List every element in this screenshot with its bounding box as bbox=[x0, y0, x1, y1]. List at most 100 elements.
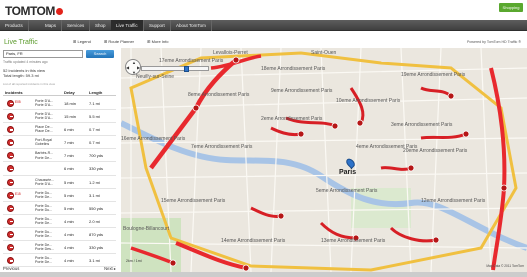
incident-delay: 6 min bbox=[64, 127, 74, 133]
main-nav: Products Maps Services Shop Live Traffic… bbox=[0, 20, 527, 31]
site-header: TOMTOM Shopping Cart bbox=[0, 0, 527, 20]
traffic-map[interactable]: Levallois-Perret Saint-Ouen Neuilly-sur-Se… bbox=[121, 48, 527, 272]
incident-location: Place De... Place De... bbox=[35, 125, 53, 134]
incident-delay: 4 min bbox=[64, 245, 74, 251]
road-number bbox=[15, 113, 23, 117]
list-note: List of all reported incidents in this v… bbox=[3, 82, 56, 86]
pan-down-icon[interactable]: ▼ bbox=[132, 70, 136, 75]
incident-row[interactable]: Chaussée... Porte D'A... 5 min 1.2 mi bbox=[3, 176, 116, 189]
road-number bbox=[15, 126, 23, 130]
road-number: E05 bbox=[15, 100, 21, 104]
pan-left-icon[interactable]: ◀ bbox=[126, 65, 129, 70]
map-district-label: 12eme Arrondissement Paris bbox=[421, 198, 486, 204]
incident-icon bbox=[7, 100, 14, 107]
road-number bbox=[15, 257, 23, 261]
pan-right-icon[interactable]: ▶ bbox=[137, 65, 140, 70]
road-number bbox=[15, 231, 23, 235]
nav-products[interactable]: Products bbox=[0, 20, 29, 31]
incident-row[interactable]: Porte D'A... Porte D'A... 15 min 5.5 mi bbox=[3, 110, 116, 124]
nav-support[interactable]: Support bbox=[144, 20, 171, 31]
incident-row[interactable]: Barbès-R... Porte De... 7 min 700 yds bbox=[3, 149, 116, 163]
incident-row[interactable]: E15 Porte Du... Porte De... 5 min 3.1 mi bbox=[3, 189, 116, 202]
previous-link[interactable]: Previous bbox=[3, 266, 19, 271]
incident-row[interactable]: Porte Du... Porte De... 4 min 2.0 mi bbox=[3, 215, 116, 228]
map-district-label: 19eme Arrondissement Paris bbox=[401, 72, 466, 78]
incident-location: Porte D'A... Porte D'A... bbox=[35, 112, 54, 121]
road-number bbox=[15, 139, 23, 143]
incident-row[interactable]: Porte Du... Porte De... 4 min 870 yds bbox=[3, 228, 116, 242]
map-district-label: 18eme Arrondissement Paris bbox=[261, 66, 326, 72]
search-button[interactable]: Search bbox=[86, 50, 114, 58]
incident-length: 550 yds bbox=[89, 205, 104, 211]
tab-more-info[interactable]: ⊞ More Info bbox=[147, 39, 174, 44]
incident-row[interactable]: 6 min 330 yds bbox=[3, 162, 116, 176]
map-district-label: 3eme Arrondissement Paris bbox=[391, 122, 453, 128]
incident-icon bbox=[7, 204, 14, 212]
incident-location: Barbès-R... Porte De... bbox=[35, 151, 54, 160]
next-link[interactable]: Next ▸ bbox=[104, 266, 116, 271]
map-district-label: 8eme Arrondissement Paris bbox=[188, 92, 250, 98]
map-district-label: 2eme Arrondissement Paris bbox=[261, 116, 323, 122]
nav-about[interactable]: About TomTom bbox=[171, 20, 212, 31]
incident-icon bbox=[7, 191, 14, 199]
incident-length: 5.5 mi bbox=[89, 114, 100, 120]
incident-row[interactable]: E05 Porte D'A... Porte D'A... 18 min 7.1 mi bbox=[3, 97, 116, 111]
incident-delay: 4 min bbox=[64, 231, 74, 237]
search-input[interactable]: Paris, FR bbox=[3, 50, 83, 58]
nav-live-traffic[interactable]: Live Traffic bbox=[111, 20, 144, 31]
powered-by-text: Powered by TomTom HD Traffic ® bbox=[466, 40, 521, 44]
zoom-slider[interactable] bbox=[141, 66, 209, 72]
incident-table-header: Incidents Delay Length bbox=[3, 89, 116, 96]
col-length[interactable]: Length bbox=[89, 90, 102, 95]
shopping-cart-button[interactable]: Shopping Cart bbox=[499, 3, 523, 19]
incident-delay: 6 min bbox=[64, 166, 74, 172]
incident-delay: 4 min bbox=[64, 258, 74, 264]
incident-icon bbox=[7, 178, 14, 186]
incident-icon bbox=[7, 257, 14, 265]
incident-location: Chaussée... Porte D'A... bbox=[35, 177, 55, 186]
map-district-label: 4eme Arrondissement Paris bbox=[356, 144, 418, 150]
incident-location: Porte D'A... Porte D'A... bbox=[35, 99, 54, 108]
incident-row[interactable]: Porte Du... Porte Du... 5 min 550 yds bbox=[3, 202, 116, 215]
incident-panel: Paris, FR Search Traffic updated 4 minut… bbox=[2, 49, 116, 277]
incident-row[interactable]: Port-Royal Gobelins 7 min 0.7 mi bbox=[3, 136, 116, 150]
incident-length: 330 yds bbox=[89, 245, 104, 251]
incident-icon bbox=[7, 165, 14, 173]
incident-delay: 4 min bbox=[64, 218, 74, 224]
nav-services[interactable]: Services bbox=[62, 20, 91, 31]
tab-route-planner[interactable]: ⊞ Route Planner bbox=[104, 39, 140, 44]
page-title: Live Traffic bbox=[4, 39, 38, 46]
incident-icon bbox=[7, 217, 14, 225]
map-district-label: Boulogne-Billancourt bbox=[123, 226, 170, 232]
incident-icon bbox=[7, 113, 14, 121]
col-incidents[interactable]: Incidents bbox=[5, 90, 23, 95]
map-district-label: 5eme Arrondissement Paris bbox=[316, 188, 378, 194]
road-number bbox=[15, 205, 23, 209]
incident-row[interactable]: Place De... Place De... 6 min 0.7 mi bbox=[3, 123, 116, 137]
incident-location: Porte Du... Porte De... bbox=[35, 216, 53, 226]
incident-stats: 52 incidents in this view Total length: … bbox=[3, 68, 46, 79]
map-district-label: 7eme Arrondissement Paris bbox=[191, 144, 253, 150]
city-label: Paris bbox=[339, 169, 357, 176]
pan-compass[interactable]: ▲ ◀ ▶ ▼ bbox=[125, 59, 141, 75]
incident-location: Porte Du... Porte De... bbox=[35, 229, 53, 239]
zoom-handle[interactable] bbox=[184, 66, 189, 72]
incident-delay: 18 min bbox=[64, 101, 77, 106]
incident-row[interactable]: Porte De... Porte Des... 4 min 330 yds bbox=[3, 241, 116, 255]
nav-shop[interactable]: Shop bbox=[90, 20, 112, 31]
map-scale: 2km / 1mi bbox=[126, 259, 142, 263]
incident-delay: 5 min bbox=[64, 205, 74, 211]
incident-length: 1.2 mi bbox=[89, 179, 100, 185]
pan-up-icon[interactable]: ▲ bbox=[132, 60, 136, 65]
map-district-label: Saint-Ouen bbox=[311, 50, 337, 56]
map-district-label: Neuilly-sur-Seine bbox=[136, 74, 175, 80]
col-delay[interactable]: Delay bbox=[64, 90, 75, 95]
incident-location: Porte Du... Porte De... bbox=[35, 256, 53, 265]
tomtom-logo[interactable]: TOMTOM bbox=[5, 4, 63, 18]
road-number bbox=[15, 179, 23, 183]
map-district-label: 16eme Arrondissement Paris bbox=[121, 136, 186, 142]
incident-delay: 5 min bbox=[64, 192, 74, 198]
tab-legend[interactable]: ⊞ Legend bbox=[73, 39, 97, 44]
incident-list: E05 Porte D'A... Porte D'A... 18 min 7.1 mi… bbox=[3, 97, 116, 268]
nav-maps[interactable]: Maps bbox=[40, 20, 63, 31]
